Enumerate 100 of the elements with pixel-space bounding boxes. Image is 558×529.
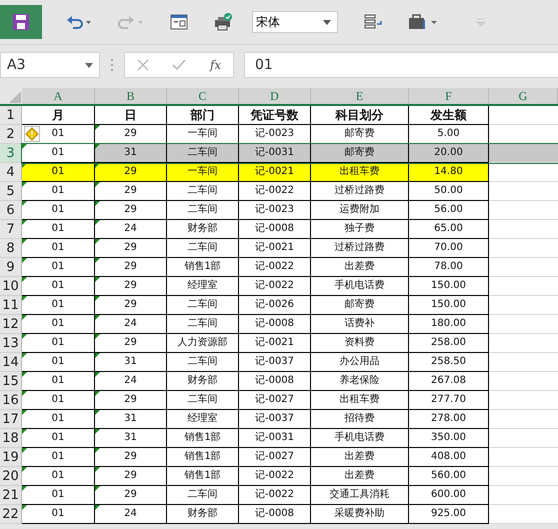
table-cell: 二车间 [167, 201, 239, 220]
check-icon[interactable] [172, 59, 186, 71]
row-number[interactable]: 10 [0, 277, 22, 296]
table-cell: 150.00 [409, 296, 489, 315]
filter-icon [476, 17, 486, 27]
row-number[interactable]: 15 [0, 372, 22, 391]
row-number[interactable]: 18 [0, 429, 22, 448]
row-number[interactable]: 22 [0, 505, 22, 524]
table-cell: 记-0021 [239, 163, 311, 182]
table-cell: 二车间 [167, 315, 239, 334]
table-cell: 二车间 [167, 353, 239, 372]
table-cell: 记-0008 [239, 315, 311, 334]
function-button[interactable]: fx [210, 58, 222, 72]
caret-icon [85, 62, 93, 68]
table-cell: 记-0022 [239, 486, 311, 505]
row-number[interactable]: 8 [0, 239, 22, 258]
row-number[interactable]: 9 [0, 258, 22, 277]
row-number[interactable]: 14 [0, 353, 22, 372]
row-number[interactable]: 4 [0, 163, 22, 182]
row-number[interactable]: 17 [0, 410, 22, 429]
table-cell: 01 [22, 372, 95, 391]
formula-field[interactable]: 01 [244, 52, 558, 78]
table-cell: 29 [95, 391, 167, 410]
table-cell: 408.00 [409, 448, 489, 467]
table-cell: 记-0022 [239, 258, 311, 277]
table-cell: 记-0031 [239, 429, 311, 448]
table-cell: 24 [95, 372, 167, 391]
column-header[interactable]: C [167, 88, 239, 104]
row-number[interactable]: 2 [0, 125, 22, 144]
row-number[interactable]: 5 [0, 182, 22, 201]
column-header[interactable]: E [311, 88, 409, 104]
table-cell: 二车间 [167, 239, 239, 258]
table-cell: 招待费 [311, 410, 409, 429]
table-cell: 二车间 [167, 144, 239, 163]
column-header[interactable]: B [95, 88, 167, 104]
table-cell: 二车间 [167, 296, 239, 315]
table-cell: 记-0021 [239, 239, 311, 258]
row-number[interactable]: 19 [0, 448, 22, 467]
table-cell: 01 [22, 486, 95, 505]
table-cell: 24 [95, 220, 167, 239]
table-cell: 记-0023 [239, 201, 311, 220]
table-cell: 29 [95, 201, 167, 220]
table-cell: 24 [95, 315, 167, 334]
table-cell: 31 [95, 410, 167, 429]
table-cell: 人力资源部 [167, 334, 239, 353]
row-number[interactable]: 12 [0, 315, 22, 334]
table-cell: 财务部 [167, 220, 239, 239]
table-cell: 手机电话费 [311, 429, 409, 448]
row-number[interactable]: 13 [0, 334, 22, 353]
row-number[interactable]: 11 [0, 296, 22, 315]
row-number[interactable]: 6 [0, 201, 22, 220]
column-header[interactable]: F [409, 88, 489, 104]
table-cell: 销售1部 [167, 467, 239, 486]
table-cell: 01 [22, 125, 95, 144]
table-cell: 记-0037 [239, 410, 311, 429]
warning-icon[interactable] [24, 126, 40, 142]
table-cell: 29 [95, 182, 167, 201]
table-cell: 01 [22, 220, 95, 239]
row-number[interactable]: 1 [0, 106, 22, 125]
name-box[interactable]: A3 [0, 52, 100, 78]
table-cell: 29 [95, 258, 167, 277]
table-cell: 资料费 [311, 334, 409, 353]
row-number[interactable]: 20 [0, 467, 22, 486]
table-cell: 31 [95, 144, 167, 163]
table-cell: 销售1部 [167, 448, 239, 467]
table-cell: 养老保险 [311, 372, 409, 391]
save-button[interactable] [0, 5, 42, 39]
row-number[interactable]: 16 [0, 391, 22, 410]
column-header[interactable]: D [239, 88, 311, 104]
table-cell: 出差费 [311, 448, 409, 467]
table-cell: 出租车费 [311, 391, 409, 410]
table-cell: 01 [22, 277, 95, 296]
undo-icon [66, 14, 92, 30]
table-cell: 二车间 [167, 182, 239, 201]
font-dropdown[interactable]: 宋体 [252, 11, 338, 33]
table-cell: 一车间 [167, 163, 239, 182]
table-cell: 出租车费 [311, 163, 409, 182]
table-cell: 01 [22, 296, 95, 315]
row-number[interactable]: 7 [0, 220, 22, 239]
table-cell: 二车间 [167, 486, 239, 505]
table-cell: 56.00 [409, 201, 489, 220]
table-cell: 邮寄费 [311, 296, 409, 315]
table-cell: 话费补 [311, 315, 409, 334]
table-cell: 258.00 [409, 334, 489, 353]
column-header[interactable]: A [22, 88, 95, 104]
column-header[interactable]: G [489, 88, 558, 104]
table-cell: 销售1部 [167, 258, 239, 277]
row-number[interactable]: 21 [0, 486, 22, 505]
caret-icon [323, 20, 331, 24]
table-cell: 278.00 [409, 410, 489, 429]
row-number[interactable]: 3 [0, 144, 22, 163]
table-cell: 78.00 [409, 258, 489, 277]
table-cell: 29 [95, 125, 167, 144]
redo-icon [118, 14, 144, 30]
table-cell: 过桥过路费 [311, 239, 409, 258]
table-cell: 交通工具消耗 [311, 486, 409, 505]
table-cell: 29 [95, 486, 167, 505]
table-cell: 267.08 [409, 372, 489, 391]
table-cell: 经理室 [167, 277, 239, 296]
drag-handle-icon[interactable] [110, 58, 114, 72]
